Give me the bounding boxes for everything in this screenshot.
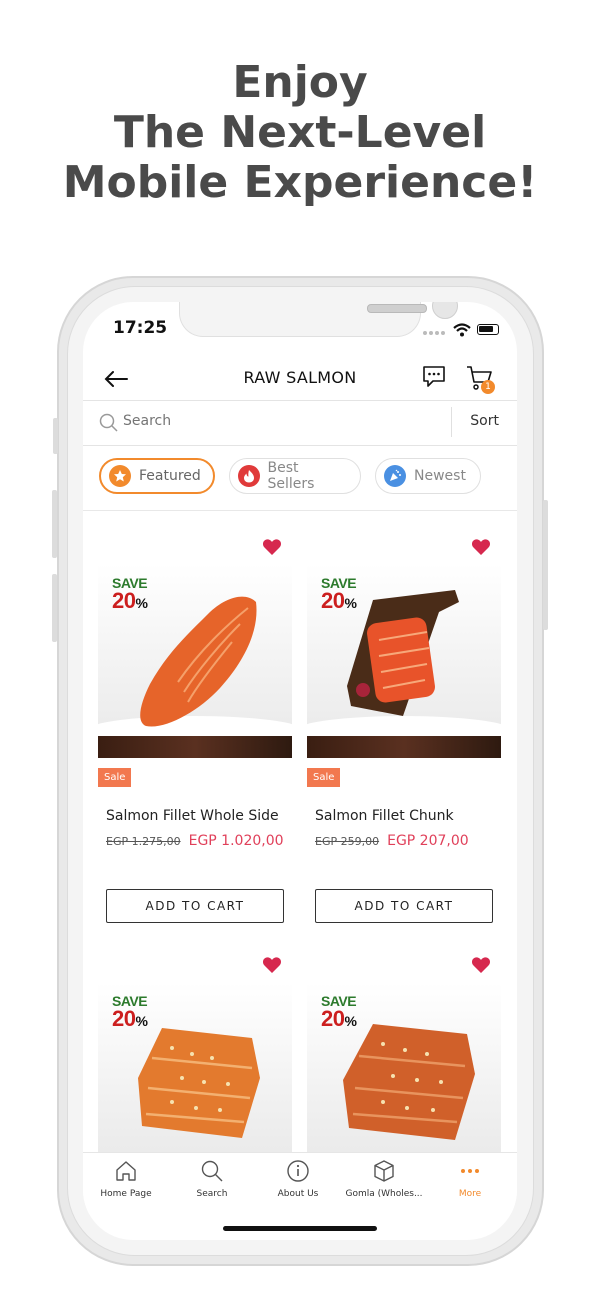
filter-label: Best Sellers xyxy=(267,460,315,492)
salmon-chunk-image xyxy=(347,590,459,716)
tab-label: About Us xyxy=(277,1189,319,1199)
save-percent: 20 xyxy=(321,1006,345,1031)
promo-headline: Enjoy The Next-Level Mobile Experience! xyxy=(0,58,600,208)
old-price: EGP 259,00 xyxy=(315,835,380,848)
filter-featured[interactable]: Featured xyxy=(99,458,215,494)
filter-label: Newest xyxy=(414,468,466,484)
headline-line-3: Mobile Experience! xyxy=(62,157,538,208)
save-percent: 20 xyxy=(112,1006,136,1031)
tab-more[interactable]: More xyxy=(427,1159,513,1199)
tab-home[interactable]: Home Page xyxy=(83,1159,169,1199)
search-icon xyxy=(201,1160,223,1182)
search-icon xyxy=(99,413,118,432)
notch xyxy=(179,302,458,337)
app-screen: 17:25 RAW SALMON 1 Sort Featured Best Se… xyxy=(83,302,517,1240)
search-bar: Sort xyxy=(83,400,517,446)
smoked-salmon-image xyxy=(343,1024,475,1140)
heart-icon[interactable] xyxy=(471,956,491,974)
status-time: 17:25 xyxy=(113,318,168,338)
heart-icon[interactable] xyxy=(262,956,282,974)
volume-up-button xyxy=(52,490,57,558)
page-title: RAW SALMON xyxy=(243,368,357,387)
status-icons xyxy=(423,320,499,339)
product-image[interactable]: SAVE 20% xyxy=(98,982,292,1176)
search-input[interactable] xyxy=(123,413,423,429)
product-name[interactable]: Salmon Fillet Chunk xyxy=(315,808,454,824)
sale-badge: Sale xyxy=(307,768,341,787)
app-header: RAW SALMON 1 xyxy=(83,360,517,400)
battery-icon xyxy=(477,324,499,335)
tab-label: Home Page xyxy=(100,1189,152,1199)
flame-icon xyxy=(238,465,260,487)
percent-sign: % xyxy=(135,1013,148,1029)
front-camera xyxy=(432,302,458,319)
filter-chips: Featured Best Sellers Newest xyxy=(83,444,517,511)
tab-about-us[interactable]: About Us xyxy=(255,1159,341,1199)
percent-sign: % xyxy=(135,595,148,611)
smoked-salmon-image xyxy=(138,1028,260,1138)
percent-sign: % xyxy=(344,595,357,611)
product-name[interactable]: Salmon Fillet Whole Side xyxy=(106,808,279,824)
add-to-cart-button[interactable]: ADD TO CART xyxy=(106,889,284,923)
sale-badge: Sale xyxy=(98,768,132,787)
tab-search[interactable]: Search xyxy=(169,1159,255,1199)
cart-count-badge: 1 xyxy=(481,380,495,394)
filter-best-sellers[interactable]: Best Sellers xyxy=(229,458,361,494)
save-percent: 20 xyxy=(321,588,345,613)
info-icon xyxy=(287,1160,309,1182)
sale-price: EGP 1.020,00 xyxy=(188,833,284,849)
tab-label: More xyxy=(458,1189,482,1199)
star-icon xyxy=(109,465,131,487)
tab-label: Gomla (Wholes... xyxy=(345,1189,423,1199)
product-prices: EGP 1.275,00 EGP 1.020,00 xyxy=(106,830,284,849)
sale-price: EGP 207,00 xyxy=(387,833,469,849)
salmon-fillet-image xyxy=(140,596,257,727)
volume-down-button xyxy=(52,574,57,642)
heart-icon[interactable] xyxy=(262,538,282,556)
tab-gomla-wholesale[interactable]: Gomla (Wholes... xyxy=(341,1159,427,1199)
add-to-cart-button[interactable]: ADD TO CART xyxy=(315,889,493,923)
bottom-tab-bar: Home Page Search About Us Gomla (Wholes.… xyxy=(83,1152,517,1213)
sort-button[interactable]: Sort xyxy=(470,413,499,429)
headline-line-1: Enjoy xyxy=(232,57,368,108)
mute-switch xyxy=(53,418,58,454)
chat-icon[interactable] xyxy=(421,364,447,390)
signal-icon xyxy=(423,320,447,339)
party-icon xyxy=(384,465,406,487)
power-button xyxy=(543,500,548,630)
filter-newest[interactable]: Newest xyxy=(375,458,481,494)
product-image[interactable]: SAVE 20% xyxy=(307,564,501,758)
save-percent: 20 xyxy=(112,588,136,613)
product-image[interactable]: SAVE 20% xyxy=(307,982,501,1176)
headline-line-2: The Next-Level xyxy=(113,107,487,158)
home-indicator[interactable] xyxy=(223,1226,377,1231)
tab-label: Search xyxy=(196,1189,228,1199)
heart-icon[interactable] xyxy=(471,538,491,556)
home-icon xyxy=(116,1161,136,1181)
more-icon xyxy=(461,1169,479,1173)
percent-sign: % xyxy=(344,1013,357,1029)
filter-label: Featured xyxy=(139,468,201,484)
product-prices: EGP 259,00 EGP 207,00 xyxy=(315,830,469,849)
box-icon xyxy=(374,1160,394,1182)
wifi-icon xyxy=(453,322,471,336)
divider xyxy=(451,407,452,437)
product-image[interactable]: SAVE 20% xyxy=(98,564,292,758)
speaker-grille xyxy=(367,304,427,313)
old-price: EGP 1.275,00 xyxy=(106,835,181,848)
